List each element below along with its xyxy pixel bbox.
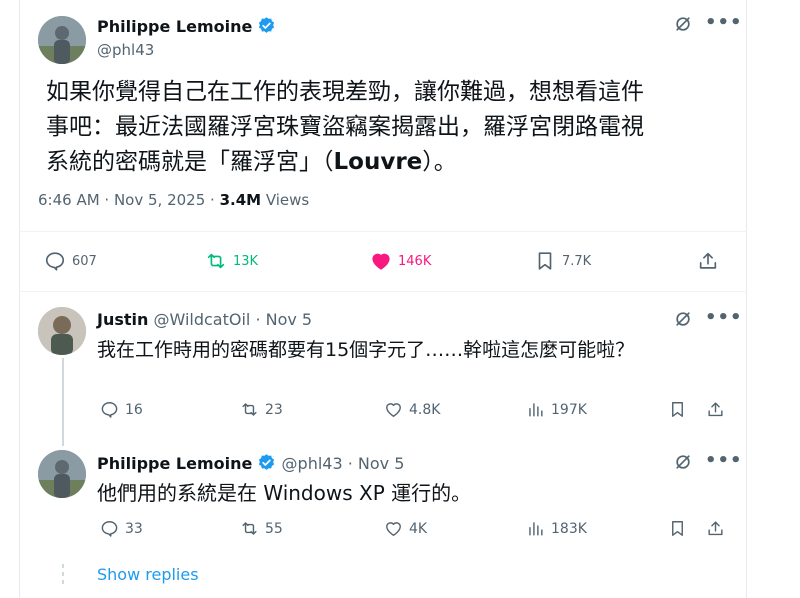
author-line: Philippe Lemoine — [97, 16, 276, 36]
like-button[interactable]: 4K — [384, 519, 427, 538]
avatar[interactable] — [38, 450, 86, 498]
views-count: 183K — [551, 520, 587, 537]
retweet-button[interactable]: 23 — [240, 400, 283, 419]
reply-text: 他們用的系統是在 Windows XP 運行的。 — [97, 481, 472, 505]
reply-button[interactable]: 16 — [100, 400, 143, 419]
more-options-icon[interactable]: ••• — [705, 12, 743, 33]
views-button[interactable]: 197K — [526, 400, 587, 419]
like-count: 4.8K — [409, 401, 441, 418]
heart-icon — [372, 253, 390, 270]
tweet-text-line-1: 如果你覺得自己在工作的表現差勁，讓你難過，想想看這件 — [46, 79, 644, 105]
retweet-count: 23 — [265, 401, 283, 418]
tweet-timestamp[interactable]: 6:46 AM · Nov 5, 2025 · — [38, 191, 220, 209]
reply-button[interactable]: 33 — [100, 519, 143, 538]
share-button[interactable] — [706, 519, 725, 538]
reply-author-line: Justin @WildcatOil · Nov 5 — [97, 310, 312, 329]
like-button[interactable]: 4.8K — [384, 400, 440, 419]
reply-text: 我在工作時用的密碼都要有15個字元了……幹啦這怎麼可能啦？ — [97, 339, 635, 361]
tweet-text-end: ）。 — [422, 149, 457, 175]
retweet-count: 13K — [233, 253, 259, 269]
reply-author-name[interactable]: Philippe Lemoine — [97, 454, 252, 473]
retweet-icon — [242, 403, 257, 416]
reply-icon — [101, 521, 118, 537]
thread-line — [62, 358, 64, 446]
bookmark-count: 7.7K — [562, 253, 592, 269]
tweet-text-bold: Louvre — [333, 149, 423, 175]
more-options-icon[interactable]: ••• — [705, 307, 743, 328]
retweet-button[interactable]: 13K — [205, 250, 258, 272]
reply-button[interactable]: 607 — [44, 250, 97, 272]
reply-count: 16 — [125, 401, 143, 418]
divider — [19, 231, 747, 232]
reply-icon — [101, 402, 118, 418]
tweet-meta: 6:46 AM · Nov 5, 2025 · 3.4M Views — [38, 191, 309, 209]
heart-icon — [386, 403, 401, 417]
reply-author-meta[interactable]: @WildcatOil · Nov 5 — [153, 310, 312, 329]
author-handle[interactable]: @phl43 — [97, 41, 154, 59]
views-label: Views — [261, 191, 310, 209]
reply-count: 607 — [72, 253, 97, 269]
share-icon — [699, 252, 717, 269]
thread-dots — [62, 564, 64, 588]
show-replies-link[interactable]: Show replies — [97, 565, 199, 584]
author-name[interactable]: Philippe Lemoine — [97, 17, 252, 36]
analytics-icon — [529, 522, 543, 536]
share-button[interactable] — [706, 400, 725, 419]
tweet-text-line-3-start: 系統的密碼就是「羅浮宮」（ — [46, 149, 334, 175]
avatar[interactable] — [38, 307, 86, 355]
bookmark-button[interactable] — [668, 400, 687, 419]
tweet-text: 如果你覺得自己在工作的表現差勁，讓你難過，想想看這件 事吧：最近法國羅浮宮珠寶盜… — [46, 75, 726, 180]
avatar[interactable] — [38, 16, 86, 64]
views-button[interactable]: 183K — [526, 519, 587, 538]
grok-icon[interactable] — [673, 14, 693, 39]
reply-author-name[interactable]: Justin — [97, 310, 148, 329]
grok-icon[interactable] — [673, 452, 693, 477]
bookmark-icon — [672, 521, 683, 536]
heart-icon — [386, 522, 401, 536]
reply-count: 33 — [125, 520, 143, 537]
reply-icon — [45, 252, 65, 271]
analytics-icon — [529, 403, 543, 417]
bookmark-icon — [672, 402, 683, 417]
like-button[interactable]: 146K — [370, 250, 431, 272]
bookmark-button[interactable] — [668, 519, 687, 538]
bookmark-icon — [538, 252, 552, 270]
grok-icon[interactable] — [673, 309, 693, 334]
views-count: 3.4M — [219, 191, 262, 209]
bookmark-button[interactable]: 7.7K — [534, 250, 591, 272]
share-icon — [708, 402, 723, 417]
retweet-count: 55 — [265, 520, 283, 537]
verified-badge-icon — [259, 17, 275, 33]
verified-badge-icon — [259, 454, 275, 470]
share-button[interactable] — [697, 250, 719, 272]
divider — [19, 291, 747, 292]
share-icon — [708, 521, 723, 536]
retweet-button[interactable]: 55 — [240, 519, 283, 538]
tweet-text-line-2: 事吧：最近法國羅浮宮珠寶盜竊案揭露出，羅浮宮閉路電視 — [46, 114, 644, 140]
reply-author-meta[interactable]: @phl43 · Nov 5 — [282, 454, 405, 473]
like-count: 4K — [409, 520, 428, 537]
tweet-text-line-3: 系統的密碼就是「羅浮宮」（Louvre）。 — [46, 145, 726, 180]
retweet-icon — [207, 253, 225, 269]
like-count: 146K — [398, 253, 432, 269]
more-options-icon[interactable]: ••• — [705, 450, 743, 471]
retweet-icon — [242, 522, 257, 535]
views-count: 197K — [551, 401, 587, 418]
reply-author-line: Philippe Lemoine @phl43 · Nov 5 — [97, 453, 404, 473]
